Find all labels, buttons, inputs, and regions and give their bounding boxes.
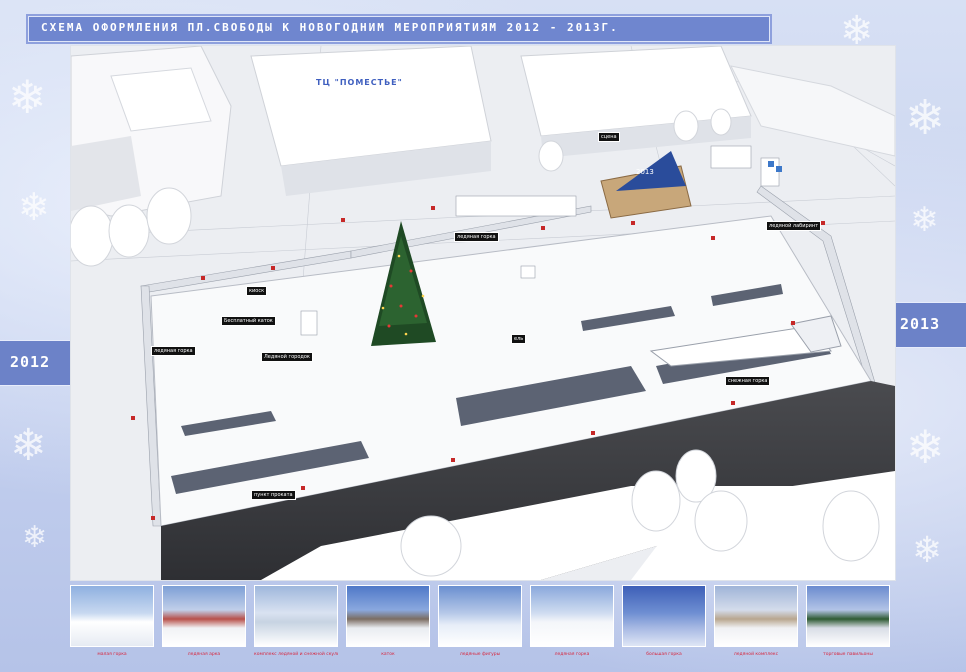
snowflake-icon: ❄: [18, 185, 50, 229]
thumbnail-image: [70, 585, 154, 647]
thumbnail[interactable]: ледяная горка: [530, 585, 614, 663]
title-banner: СХЕМА ОФОРМЛЕНИЯ ПЛ.СВОБОДЫ К НОВОГОДНИМ…: [28, 16, 770, 42]
thumbnail[interactable]: малая горка: [70, 585, 154, 663]
snowflake-icon: ❄: [8, 70, 47, 124]
thumbnail-image: [714, 585, 798, 647]
thumbnail[interactable]: торговые павильоны: [806, 585, 890, 663]
year-band-left: 2012: [0, 340, 70, 386]
map-label: снежная горка: [725, 376, 771, 386]
thumbnail-caption: каток: [381, 652, 395, 657]
map-label: сцена: [598, 132, 620, 142]
page-title: СХЕМА ОФОРМЛЕНИЯ ПЛ.СВОБОДЫ К НОВОГОДНИМ…: [41, 21, 619, 34]
thumbnail[interactable]: комплекс ледяной и снежной скульптуры: [254, 585, 338, 663]
snowflake-icon: ❄: [910, 200, 939, 240]
snowflake-icon: ❄: [906, 420, 945, 474]
thumbnail-caption: ледяные фигуры: [459, 652, 501, 657]
thumbnail-image: [346, 585, 430, 647]
thumbnail-caption: ледяная горка: [554, 652, 590, 657]
thumbnail-caption: ледяной комплекс: [733, 652, 779, 657]
map-label: ледяная горка: [151, 346, 196, 356]
map-label: киоск: [246, 286, 268, 296]
map-label: ледяной лабиринт: [766, 221, 822, 231]
stage-label: 2013: [636, 168, 654, 176]
thumbnail-image: [162, 585, 246, 647]
thumbnail-caption: торговые павильоны: [823, 652, 873, 657]
snowflake-icon: ❄: [912, 530, 943, 571]
thumbnail-image: [438, 585, 522, 647]
thumbnail[interactable]: большая горка: [622, 585, 706, 663]
thumbnail-image: [622, 585, 706, 647]
thumbnail-image: [530, 585, 614, 647]
thumbnail[interactable]: ледяные фигуры: [438, 585, 522, 663]
year-band-right: 2013: [894, 302, 966, 348]
snowflake-icon: ❄: [10, 420, 47, 471]
thumbnail[interactable]: ледяная арка: [162, 585, 246, 663]
map-label: ель: [511, 334, 527, 344]
snowflake-icon: ❄: [905, 90, 946, 146]
map-label: ледяная горка: [454, 232, 499, 242]
year-right-label: 2013: [900, 315, 941, 333]
thumbnail-caption: комплекс ледяной и снежной скульптуры: [254, 652, 338, 657]
map-label: Ледяной городок: [261, 352, 313, 362]
thumbnail-caption: ледяная арка: [187, 652, 221, 657]
map-drawing: 2013: [71, 46, 895, 580]
thumbnail-image: [806, 585, 890, 647]
photo-strip: малая горка ледяная арка комплекс ледяно…: [70, 585, 894, 665]
thumbnail-caption: малая горка: [97, 652, 127, 657]
thumbnail-image: [254, 585, 338, 647]
square-layout-render: 2013 ТЦ "ПОМЕСТЬЕ" сцена ледяная горка к…: [70, 45, 896, 581]
snowflake-icon: ❄: [22, 520, 48, 555]
thumbnail[interactable]: ледяной комплекс: [714, 585, 798, 663]
map-label: пункт проката: [251, 490, 296, 500]
thumbnail-caption: большая горка: [646, 652, 682, 657]
thumbnail[interactable]: каток: [346, 585, 430, 663]
year-left-label: 2012: [10, 353, 51, 371]
map-label: Бесплатный каток: [221, 316, 276, 326]
building-label: ТЦ "ПОМЕСТЬЕ": [316, 78, 403, 87]
